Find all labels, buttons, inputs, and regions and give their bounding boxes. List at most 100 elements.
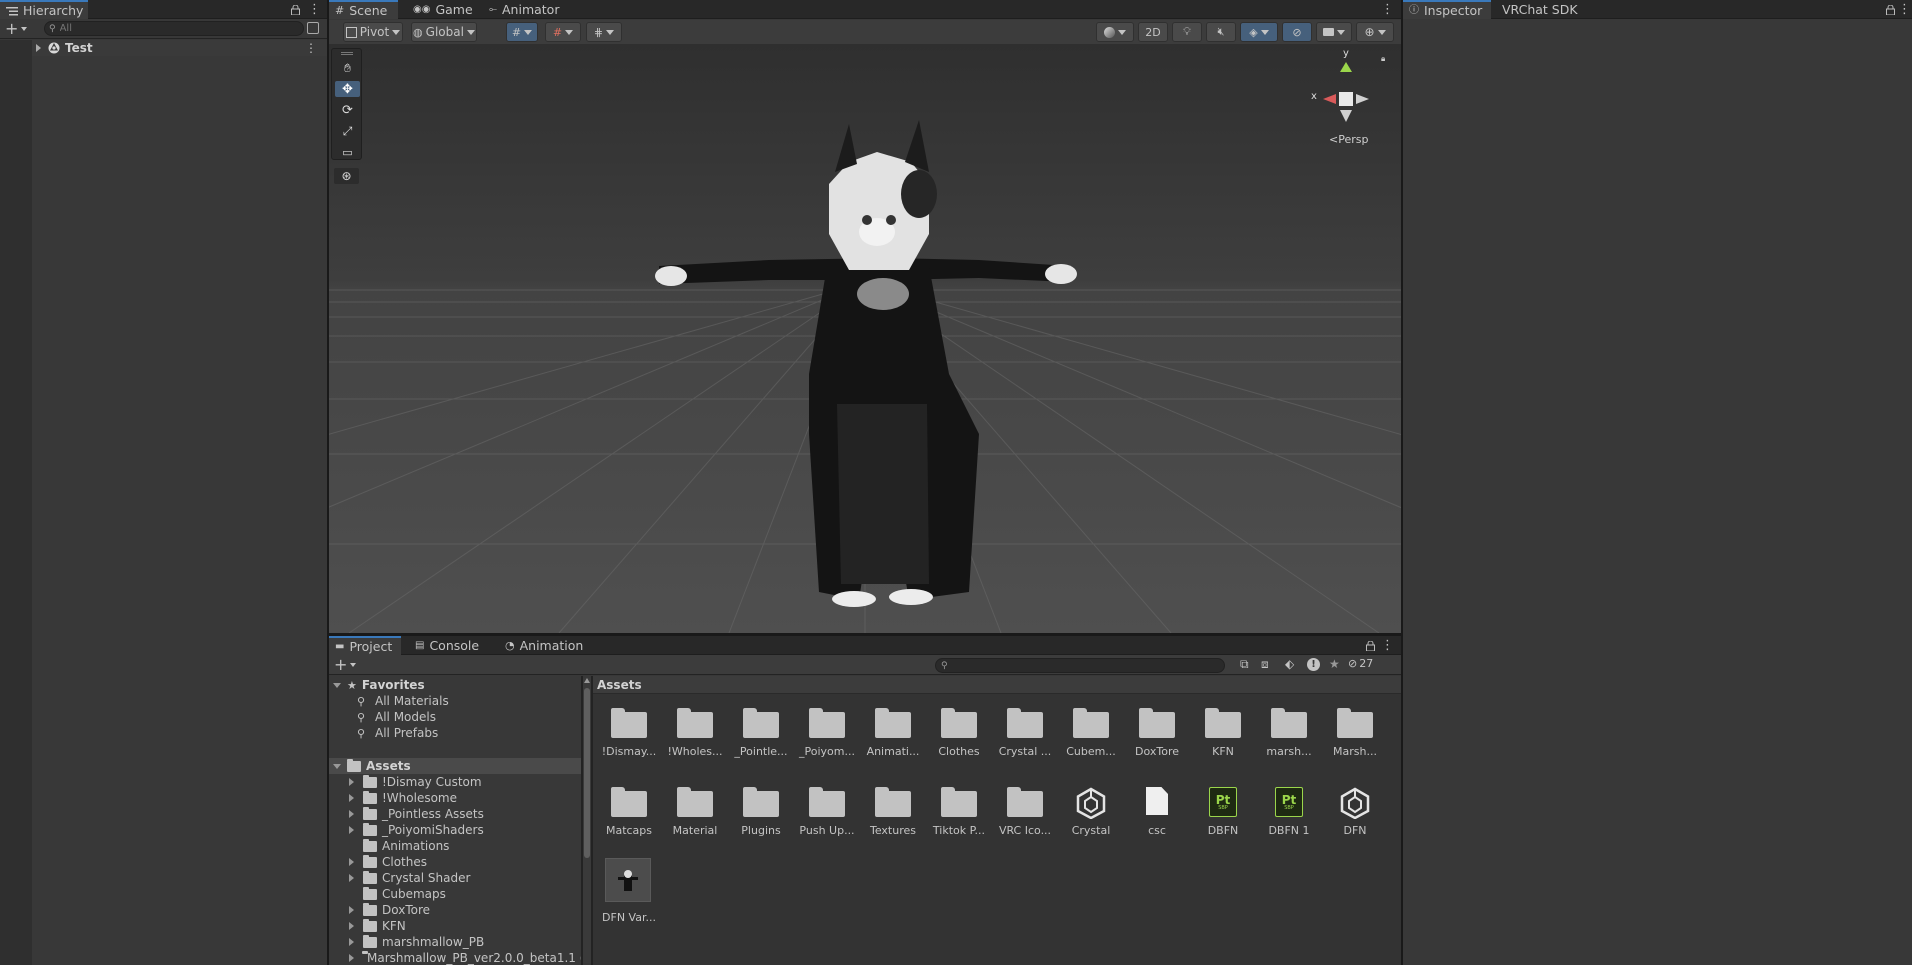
audio-toggle-button[interactable]: 🔇︎ xyxy=(1206,22,1236,42)
expand-arrow-icon[interactable] xyxy=(349,794,355,802)
tree-folder-item[interactable]: Crystal Shader xyxy=(329,870,581,886)
hidden-packages-toggle[interactable]: ⊘ 27 xyxy=(1348,657,1373,670)
asset-tile[interactable]: csc xyxy=(1125,781,1189,839)
scene-visibility-icon[interactable] xyxy=(307,22,319,34)
tree-folder-item[interactable]: DoxTore xyxy=(329,902,581,918)
orientation-gizmo[interactable]: x y 🔒︎ <Persp xyxy=(1301,48,1391,150)
asset-tile[interactable]: Push Up... xyxy=(795,781,859,839)
tree-scrollbar[interactable] xyxy=(583,678,591,963)
asset-tile[interactable]: Marsh... xyxy=(1323,702,1387,760)
gizmos-dropdown[interactable]: ⊕ xyxy=(1356,22,1394,42)
project-create-button[interactable]: + xyxy=(334,657,362,673)
tab-console[interactable]: ▤ Console xyxy=(409,636,485,655)
assets-header[interactable]: Assets xyxy=(329,758,581,774)
search-window-icon[interactable]: ⧉ xyxy=(1240,657,1249,672)
breadcrumb-assets[interactable]: Assets xyxy=(597,678,642,692)
hand-tool-icon[interactable]: ✋︎ xyxy=(335,60,360,76)
asset-tile[interactable]: Crystal ... xyxy=(993,702,1057,760)
asset-tile[interactable]: Clothes xyxy=(927,702,991,760)
filter-by-type-icon[interactable]: ⧈ xyxy=(1261,657,1269,672)
asset-tile[interactable]: Matcaps xyxy=(597,781,661,839)
rect-tool-icon[interactable]: ▭ xyxy=(335,144,360,160)
hierarchy-search-field[interactable]: ⚲ xyxy=(44,21,304,36)
asset-tile[interactable]: _Pointle... xyxy=(729,702,793,760)
asset-tile[interactable]: VRC Ico... xyxy=(993,781,1057,839)
asset-tile[interactable]: !Dismay... xyxy=(597,702,661,760)
asset-tile[interactable]: Cubem... xyxy=(1059,702,1123,760)
tree-folder-item[interactable]: !Wholesome xyxy=(329,790,581,806)
palette-drag-handle[interactable] xyxy=(341,52,353,55)
lighting-toggle-button[interactable]: 💡︎ xyxy=(1172,22,1202,42)
tree-scroll-thumb[interactable] xyxy=(584,688,590,858)
tree-scroll-up-icon[interactable] xyxy=(584,678,590,683)
effects-dropdown[interactable]: ◈ xyxy=(1240,22,1278,42)
tab-animation[interactable]: ◔ Animation xyxy=(499,636,589,655)
tab-game[interactable]: ◉◉ Game xyxy=(407,0,479,19)
asset-tile[interactable]: Animati... xyxy=(861,702,925,760)
grid-snap-button[interactable]: # xyxy=(506,22,538,42)
grid-visibility-button[interactable]: # xyxy=(545,22,581,42)
tree-folder-item[interactable]: !Dismay Custom xyxy=(329,774,581,790)
tab-inspector[interactable]: ⓘ Inspector xyxy=(1403,0,1491,19)
expand-arrow-icon[interactable] xyxy=(349,954,354,962)
favorite-star-icon[interactable]: ★ xyxy=(1329,657,1340,671)
transform-tool-icon[interactable]: ⊛ xyxy=(334,168,359,184)
tab-scene[interactable]: # Scene xyxy=(329,0,398,19)
toggle-2d-button[interactable]: 2D xyxy=(1138,22,1168,42)
kebab-menu-icon[interactable]: ⋮ xyxy=(1381,636,1394,655)
rotate-tool-icon[interactable]: ⟳ xyxy=(335,102,360,118)
tab-animator[interactable]: ⟜ Animator xyxy=(483,0,565,19)
pivot-dropdown[interactable]: Pivot xyxy=(343,22,403,42)
warning-filter-icon[interactable]: ! xyxy=(1307,658,1320,671)
favorites-item[interactable]: ⚲ All Prefabs xyxy=(329,725,581,741)
avatar-model[interactable] xyxy=(329,44,1401,633)
scale-tool-icon[interactable]: ⤢ xyxy=(335,123,360,139)
tab-project[interactable]: ▬ Project xyxy=(329,636,401,655)
hierarchy-row-test[interactable]: Test ⋮ xyxy=(32,40,327,56)
kebab-menu-icon[interactable]: ⋮ xyxy=(305,41,317,55)
tree-folder-item[interactable]: Clothes xyxy=(329,854,581,870)
expand-arrow-icon[interactable] xyxy=(349,922,355,930)
kebab-menu-icon[interactable]: ⋮ xyxy=(1898,0,1911,19)
asset-tile[interactable]: DFN Var... xyxy=(597,858,661,924)
project-search-field[interactable]: ⚲ xyxy=(935,658,1225,673)
asset-tile[interactable]: Plugins xyxy=(729,781,793,839)
asset-tile[interactable]: Material xyxy=(663,781,727,839)
asset-tile[interactable]: _Poiyom... xyxy=(795,702,859,760)
expand-arrow-icon[interactable] xyxy=(349,858,355,866)
asset-tile[interactable]: DFN xyxy=(1323,781,1387,839)
create-button[interactable]: + xyxy=(5,21,35,37)
scene-viewport[interactable]: ✋︎ ✥ ⟳ ⤢ ▭ ⊛ x y 🔒︎ <Persp xyxy=(329,44,1401,633)
asset-tile[interactable]: Tiktok P... xyxy=(927,781,991,839)
filter-by-label-icon[interactable]: ⬖ xyxy=(1285,657,1294,671)
asset-tile[interactable]: Textures xyxy=(861,781,925,839)
gizmo-lock-icon[interactable]: 🔒︎ xyxy=(1381,54,1385,64)
tree-folder-item[interactable]: Cubemaps xyxy=(329,886,581,902)
expand-arrow-icon[interactable] xyxy=(349,906,355,914)
expand-arrow-icon[interactable] xyxy=(349,874,355,882)
projection-toggle[interactable]: <Persp xyxy=(1329,133,1368,146)
move-tool-icon[interactable]: ✥ xyxy=(335,81,360,97)
tree-folder-item[interactable]: _Pointless Assets xyxy=(329,806,581,822)
asset-tile[interactable]: Pt SBP DBFN 1 xyxy=(1257,781,1321,839)
asset-tile[interactable]: marsh... xyxy=(1257,702,1321,760)
camera-settings-dropdown[interactable] xyxy=(1316,22,1352,42)
increment-snap-button[interactable]: ⋕ xyxy=(586,22,622,42)
asset-tile[interactable]: Pt SBP DBFN xyxy=(1191,781,1255,839)
expand-arrow-icon[interactable] xyxy=(349,938,355,946)
asset-tile[interactable]: KFN xyxy=(1191,702,1255,760)
tree-folder-item[interactable]: Animations xyxy=(329,838,581,854)
expand-arrow-icon[interactable] xyxy=(349,810,355,818)
asset-tile[interactable]: DoxTore xyxy=(1125,702,1189,760)
tree-folder-item[interactable]: _PoiyomiShaders xyxy=(329,822,581,838)
tree-folder-item[interactable]: KFN xyxy=(329,918,581,934)
expand-arrow-icon[interactable] xyxy=(36,44,41,52)
asset-tile[interactable]: !Wholes... xyxy=(663,702,727,760)
favorites-item[interactable]: ⚲ All Materials xyxy=(329,693,581,709)
scene-visibility-button[interactable]: ⊘ xyxy=(1282,22,1312,42)
favorites-item[interactable]: ⚲ All Models xyxy=(329,709,581,725)
project-search-input[interactable] xyxy=(951,660,1182,671)
lock-icon[interactable] xyxy=(1886,4,1895,16)
kebab-menu-icon[interactable]: ⋮ xyxy=(1381,0,1394,19)
draw-mode-dropdown[interactable] xyxy=(1096,22,1134,42)
